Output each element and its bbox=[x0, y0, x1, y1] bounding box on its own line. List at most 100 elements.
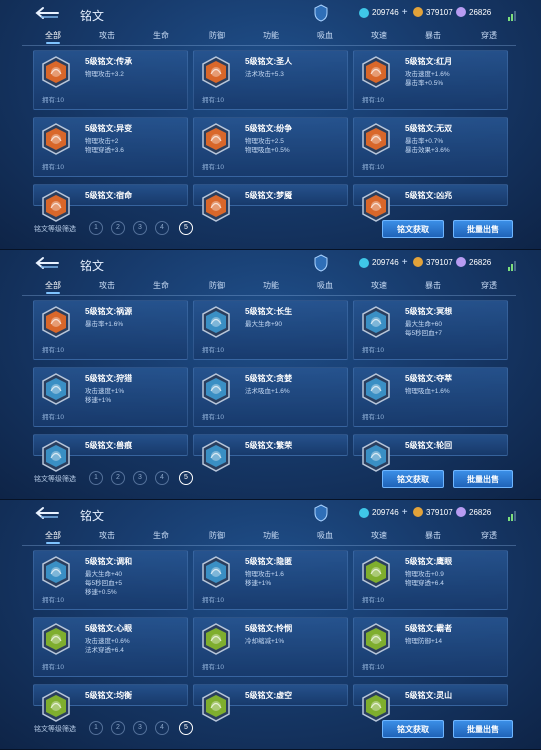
level-filter-2[interactable]: 2 bbox=[111, 721, 125, 735]
tab-0[interactable]: 全部 bbox=[26, 530, 80, 541]
rune-card[interactable]: 5级铭文:心眼 攻击速度+0.6% 法术穿透+6.4 拥有:10 bbox=[33, 617, 188, 677]
tab-2[interactable]: 生命 bbox=[134, 280, 188, 291]
gold-icon bbox=[413, 7, 423, 17]
batch-sell-button[interactable]: 批量出售 bbox=[453, 470, 513, 488]
tab-6[interactable]: 攻速 bbox=[352, 30, 406, 41]
category-tabs: 全部 攻击 生命 防御 功能 吸血 攻速 暴击 穿透 bbox=[26, 280, 516, 294]
tabs-divider bbox=[22, 295, 516, 296]
shield-icon[interactable] bbox=[314, 254, 328, 272]
rune-name: 5级铭文:鹰眼 bbox=[405, 557, 453, 566]
level-filter-4[interactable]: 4 bbox=[155, 471, 169, 485]
rune-card[interactable]: 5级铭文:贪婪 法术吸血+1.6% 拥有:10 bbox=[193, 367, 348, 427]
rune-name: 5级铭文:纷争 bbox=[245, 124, 293, 133]
rune-emblem-icon bbox=[41, 56, 71, 88]
tab-0[interactable]: 全部 bbox=[26, 30, 80, 41]
rune-card[interactable]: 5级铭文:狩猎 攻击速度+1% 移速+1% 拥有:10 bbox=[33, 367, 188, 427]
shield-icon[interactable] bbox=[314, 4, 328, 22]
level-filter-4[interactable]: 4 bbox=[155, 221, 169, 235]
gold-icon bbox=[413, 507, 423, 517]
rune-card[interactable]: 5级铭文:梦魇 bbox=[193, 184, 348, 222]
tab-8[interactable]: 穿透 bbox=[462, 530, 516, 541]
rune-card[interactable]: 5级铭文:纷争 物理攻击+2.5 物理吸血+0.5% 拥有:10 bbox=[193, 117, 348, 177]
tab-1[interactable]: 攻击 bbox=[80, 280, 134, 291]
level-filter-2[interactable]: 2 bbox=[111, 471, 125, 485]
tab-7[interactable]: 暴击 bbox=[406, 30, 460, 41]
rune-card[interactable]: 5级铭文:兽痕 bbox=[33, 434, 188, 472]
obtain-inscription-button[interactable]: 铭文获取 bbox=[382, 470, 444, 488]
rune-card[interactable]: 5级铭文:均衡 bbox=[33, 684, 188, 722]
level-filter-1[interactable]: 1 bbox=[89, 221, 103, 235]
rune-card[interactable]: 5级铭文:繁荣 bbox=[193, 434, 348, 472]
rune-card[interactable]: 5级铭文:圣人 法术攻击+5.3 拥有:10 bbox=[193, 50, 348, 110]
rune-card[interactable]: 5级铭文:隐匿 物理攻击+1.6 移速+1% 拥有:10 bbox=[193, 550, 348, 610]
tab-7[interactable]: 暴击 bbox=[406, 280, 460, 291]
level-filter-3[interactable]: 3 bbox=[133, 471, 147, 485]
level-filter-1[interactable]: 1 bbox=[89, 471, 103, 485]
tab-4[interactable]: 功能 bbox=[244, 530, 298, 541]
plus-icon[interactable]: + bbox=[402, 257, 408, 268]
tab-0[interactable]: 全部 bbox=[26, 280, 80, 291]
rune-card[interactable]: 5级铭文:长生 最大生命+90 拥有:10 bbox=[193, 300, 348, 360]
tab-5[interactable]: 吸血 bbox=[298, 530, 352, 541]
rune-owned-count: 拥有:10 bbox=[202, 664, 225, 671]
rune-card[interactable]: 5级铭文:异变 物理攻击+2 物理穿透+3.6 拥有:10 bbox=[33, 117, 188, 177]
tab-7[interactable]: 暴击 bbox=[406, 530, 460, 541]
level-filter-5[interactable]: 5 bbox=[179, 221, 193, 235]
tab-2[interactable]: 生命 bbox=[134, 30, 188, 41]
rune-card[interactable]: 5级铭文:轮回 bbox=[353, 434, 508, 472]
tab-3[interactable]: 防御 bbox=[190, 30, 244, 41]
tab-6[interactable]: 攻速 bbox=[352, 530, 406, 541]
top-bar: 铭文 209746 +379107 26826 bbox=[0, 250, 541, 278]
currency-value: 209746 bbox=[372, 258, 399, 267]
tab-8[interactable]: 穿透 bbox=[462, 280, 516, 291]
tab-2[interactable]: 生命 bbox=[134, 530, 188, 541]
plus-icon[interactable]: + bbox=[402, 507, 408, 518]
rune-card[interactable]: 5级铭文:霸者 物理防御+14 拥有:10 bbox=[353, 617, 508, 677]
level-filter-5[interactable]: 5 bbox=[179, 721, 193, 735]
back-icon[interactable] bbox=[34, 506, 60, 520]
rune-name: 5级铭文:调和 bbox=[85, 557, 133, 566]
gem-icon bbox=[456, 257, 466, 267]
rune-card[interactable]: 5级铭文:虚空 bbox=[193, 684, 348, 722]
rune-card[interactable]: 5级铭文:冥想 最大生命+60 每5秒回血+7 拥有:10 bbox=[353, 300, 508, 360]
tab-8[interactable]: 穿透 bbox=[462, 30, 516, 41]
rune-card[interactable]: 5级铭文:无双 暴击率+0.7% 暴击效果+3.6% 拥有:10 bbox=[353, 117, 508, 177]
batch-sell-button[interactable]: 批量出售 bbox=[453, 220, 513, 238]
obtain-inscription-button[interactable]: 铭文获取 bbox=[382, 720, 444, 738]
currency-gems: 26826 bbox=[456, 7, 491, 17]
level-filter-3[interactable]: 3 bbox=[133, 221, 147, 235]
currency-value: 26826 bbox=[469, 257, 492, 267]
rune-card[interactable]: 5级铭文:传承 物理攻击+3.2 拥有:10 bbox=[33, 50, 188, 110]
rune-stat: 最大生命+90 bbox=[245, 321, 283, 328]
rune-card[interactable]: 5级铭文:祸源 暴击率+1.6% 拥有:10 bbox=[33, 300, 188, 360]
rune-card[interactable]: 5级铭文:宿命 bbox=[33, 184, 188, 222]
level-filter-4[interactable]: 4 bbox=[155, 721, 169, 735]
rune-card[interactable]: 5级铭文:凶兆 bbox=[353, 184, 508, 222]
rune-card[interactable]: 5级铭文:夺萃 物理吸血+1.6% 拥有:10 bbox=[353, 367, 508, 427]
tab-1[interactable]: 攻击 bbox=[80, 530, 134, 541]
shield-icon[interactable] bbox=[314, 504, 328, 522]
level-filter-1[interactable]: 1 bbox=[89, 721, 103, 735]
tab-5[interactable]: 吸血 bbox=[298, 30, 352, 41]
tab-1[interactable]: 攻击 bbox=[80, 30, 134, 41]
tab-4[interactable]: 功能 bbox=[244, 30, 298, 41]
rune-card[interactable]: 5级铭文:灵山 bbox=[353, 684, 508, 722]
tab-3[interactable]: 防御 bbox=[190, 280, 244, 291]
level-filter-5[interactable]: 5 bbox=[179, 471, 193, 485]
tab-6[interactable]: 攻速 bbox=[352, 280, 406, 291]
level-filter-2[interactable]: 2 bbox=[111, 221, 125, 235]
active-tab-indicator bbox=[46, 292, 60, 294]
rune-card[interactable]: 5级铭文:鹰眼 物理攻击+0.9 物理穿透+6.4 拥有:10 bbox=[353, 550, 508, 610]
batch-sell-button[interactable]: 批量出售 bbox=[453, 720, 513, 738]
level-filter-3[interactable]: 3 bbox=[133, 721, 147, 735]
tab-3[interactable]: 防御 bbox=[190, 530, 244, 541]
rune-card[interactable]: 5级铭文:怜悯 冷却缩减+1% 拥有:10 bbox=[193, 617, 348, 677]
back-icon[interactable] bbox=[34, 256, 60, 270]
rune-card[interactable]: 5级铭文:红月 攻击速度+1.6% 暴击率+0.5% 拥有:10 bbox=[353, 50, 508, 110]
obtain-inscription-button[interactable]: 铭文获取 bbox=[382, 220, 444, 238]
tab-5[interactable]: 吸血 bbox=[298, 280, 352, 291]
plus-icon[interactable]: + bbox=[402, 7, 408, 18]
back-icon[interactable] bbox=[34, 6, 60, 20]
tab-4[interactable]: 功能 bbox=[244, 280, 298, 291]
rune-card[interactable]: 5级铭文:调和 最大生命+40 每5秒回血+5 移速+0.5% 拥有:10 bbox=[33, 550, 188, 610]
